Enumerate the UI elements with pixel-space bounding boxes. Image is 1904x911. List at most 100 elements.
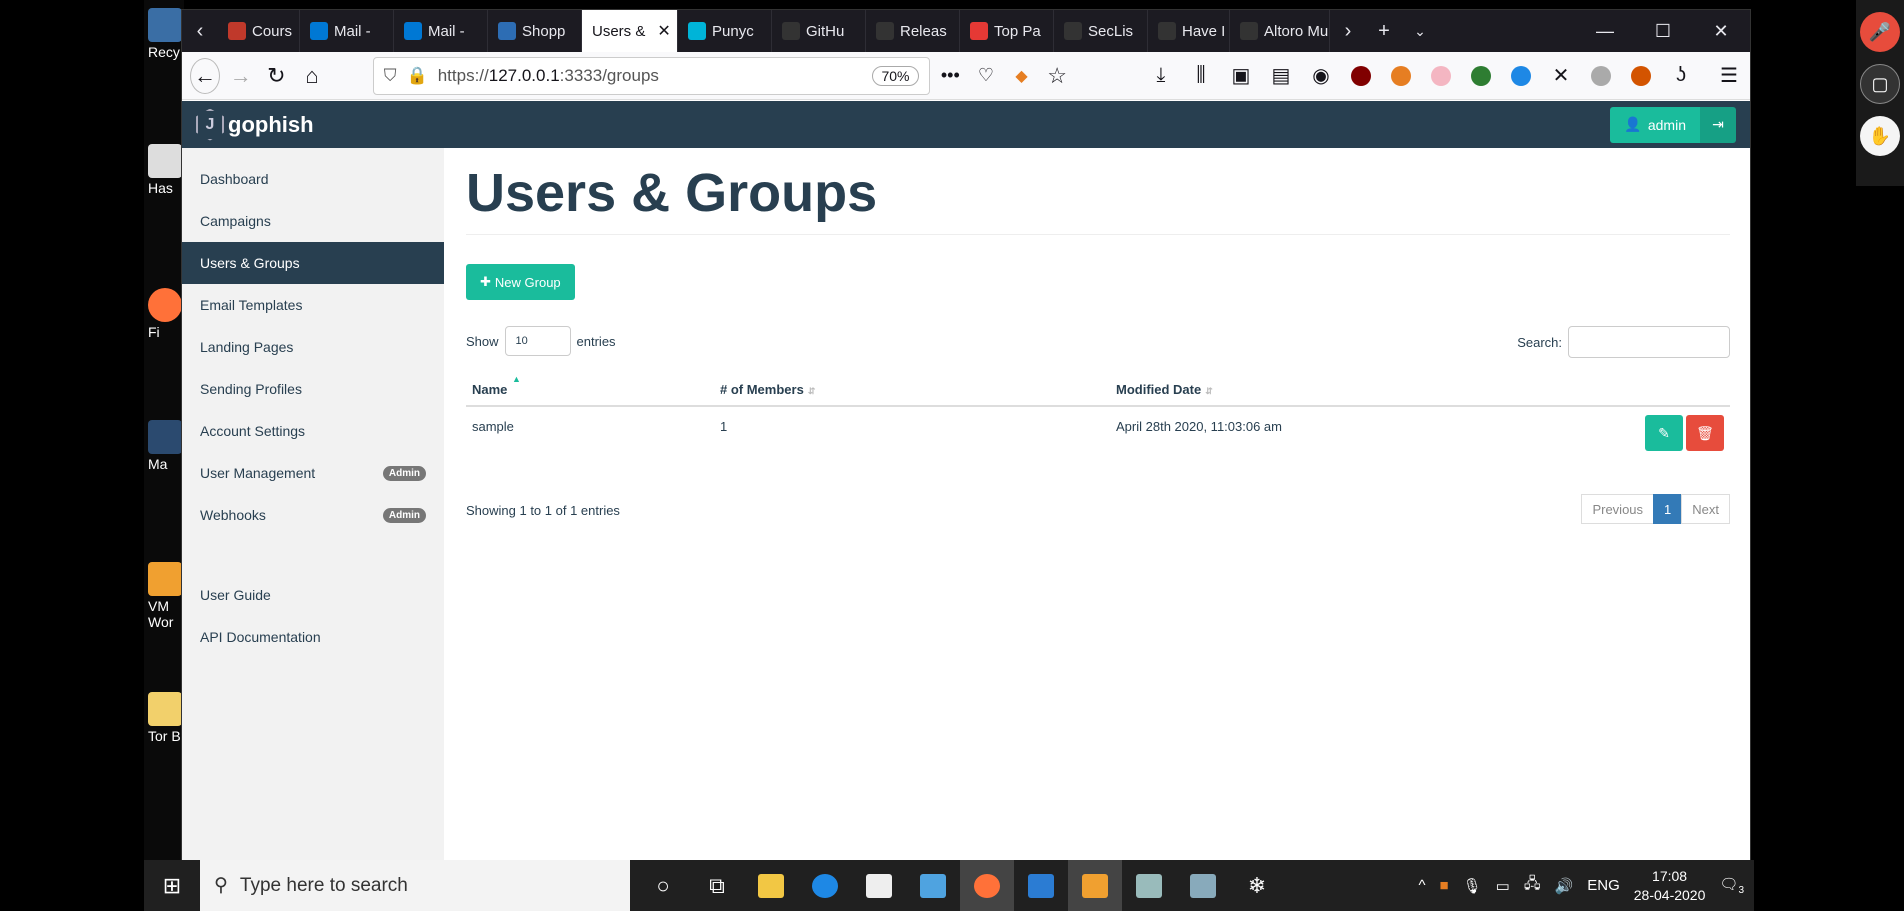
pagination-page[interactable]: 1 [1653, 494, 1683, 524]
close-tab-icon[interactable]: ✕ [657, 21, 670, 41]
mail-icon[interactable] [906, 860, 960, 911]
sidebar-item-users-groups[interactable]: Users & Groups [182, 242, 444, 284]
sidebar-item-user-management[interactable]: User Management Admin [182, 452, 444, 494]
clock[interactable]: 17:08 28-04-2020 [1634, 867, 1706, 905]
tab[interactable]: Punyc [678, 10, 772, 52]
pagination-previous[interactable]: Previous [1581, 494, 1655, 524]
language-indicator[interactable]: ENG [1587, 877, 1620, 894]
snowflake-icon[interactable]: ❄ [1230, 860, 1284, 911]
sidebar-item-landing-pages[interactable]: Landing Pages [182, 326, 444, 368]
network-icon[interactable] [1590, 65, 1611, 86]
account-icon[interactable]: ◉ [1308, 63, 1334, 89]
lock-warning-icon[interactable]: 🔒 [407, 66, 428, 86]
word-icon[interactable] [1014, 860, 1068, 911]
admin-button[interactable]: 👤 admin [1610, 106, 1700, 143]
reload-icon[interactable]: ↻ [262, 58, 292, 94]
forward-icon[interactable]: → [226, 58, 256, 94]
vmware-taskbar-icon[interactable] [1068, 860, 1122, 911]
store-icon[interactable] [852, 860, 906, 911]
pagination-next[interactable]: Next [1681, 494, 1730, 524]
zoom-badge[interactable]: 70% [872, 65, 919, 86]
minimize-icon[interactable]: — [1576, 10, 1634, 52]
file-explorer-icon[interactable] [744, 860, 798, 911]
app-window-icon[interactable] [1122, 860, 1176, 911]
group-name-cell: sample [472, 419, 514, 434]
sidebar-item-webhooks[interactable]: Webhooks Admin [182, 494, 444, 536]
extension-orange-icon[interactable] [1630, 65, 1651, 86]
reader-view-icon[interactable]: ▤ [1268, 63, 1294, 89]
tab[interactable]: Mail - [394, 10, 488, 52]
mic-muted-icon[interactable]: 🎤 [1860, 12, 1900, 52]
screenshot-icon[interactable]: ▣ [1228, 63, 1254, 89]
sidebar-item-campaigns[interactable]: Campaigns [182, 200, 444, 242]
tab[interactable]: Cours [218, 10, 300, 52]
tray-app-icon[interactable]: ■ [1440, 877, 1449, 894]
shield-icon[interactable]: ⛉ [384, 66, 397, 86]
entries-select[interactable]: 10 [504, 326, 571, 356]
taskbar-search[interactable]: ⚲ Type here to search [200, 860, 630, 911]
notification-icon[interactable]: 🗨3 [1719, 875, 1744, 896]
volume-icon[interactable]: 🔊 [1555, 877, 1574, 895]
sidebar-item-user-guide[interactable]: User Guide [182, 574, 444, 616]
globe-icon[interactable] [1510, 65, 1531, 86]
raise-hand-icon[interactable]: ✋ [1860, 116, 1900, 156]
sidebar-item-account-settings[interactable]: Account Settings [182, 410, 444, 452]
maximize-icon[interactable]: ☐ [1634, 10, 1692, 52]
extension-icon[interactable]: ◆ [1007, 58, 1037, 94]
extension-green-icon[interactable] [1470, 65, 1491, 86]
battery-icon[interactable]: ▭ [1496, 877, 1510, 895]
library-icon[interactable]: ⫼ [1188, 63, 1214, 89]
chevron-up-icon[interactable]: ^ [1418, 877, 1425, 894]
windows-start-icon[interactable]: ⊞ [144, 860, 200, 911]
sidebar-item-dashboard[interactable]: Dashboard [182, 158, 444, 200]
url-bar[interactable]: ⛉ 🔒 https://127.0.0.1:3333/groups 70% [372, 56, 930, 95]
sidebar-item-api-documentation[interactable]: API Documentation [182, 616, 444, 658]
ublock-icon[interactable] [1350, 65, 1371, 86]
tab-scroll-left-icon[interactable]: ‹ [182, 20, 218, 43]
tab-active[interactable]: Users & ✕ [582, 10, 678, 52]
back-icon[interactable]: ← [190, 57, 220, 94]
home-icon[interactable]: ⌂ [297, 58, 327, 94]
tab[interactable]: GitHu [772, 10, 866, 52]
tab[interactable]: SecLis [1054, 10, 1148, 52]
sidebar-item-email-templates[interactable]: Email Templates [182, 284, 444, 326]
close-window-icon[interactable]: ✕ [1692, 10, 1750, 52]
microphone-icon[interactable]: 🎙 [1463, 877, 1482, 895]
delete-group-button[interactable]: 🗑 [1686, 415, 1724, 451]
edit-group-button[interactable]: ✎ [1645, 415, 1683, 451]
edge-icon[interactable] [798, 860, 852, 911]
firefox-taskbar-icon[interactable] [960, 860, 1014, 911]
window-icon[interactable]: ▢ [1860, 64, 1900, 104]
tab-scroll-right-icon[interactable]: › [1330, 20, 1366, 43]
network-icon[interactable]: 🖧 [1524, 873, 1541, 898]
bookmark-star-icon[interactable]: ☆ [1042, 58, 1072, 94]
list-tabs-icon[interactable]: ⌄ [1402, 23, 1438, 40]
download-icon[interactable]: ⤓ [1148, 63, 1174, 89]
extension-blocker-icon[interactable] [1390, 65, 1411, 86]
pocket-icon[interactable]: ♡ [971, 58, 1001, 94]
tab[interactable]: Shopp [488, 10, 582, 52]
sidebar-item-sending-profiles[interactable]: Sending Profiles [182, 368, 444, 410]
notes-icon[interactable] [1176, 860, 1230, 911]
tab[interactable]: Mail - [300, 10, 394, 52]
extension-pink-icon[interactable] [1430, 65, 1451, 86]
task-view-icon[interactable]: ⧉ [690, 860, 744, 911]
gophish-logo[interactable]: J gophish [196, 108, 314, 141]
tab[interactable]: Altoro Mu [1230, 10, 1330, 52]
tab[interactable]: Top Pa [960, 10, 1054, 52]
page-actions-icon[interactable]: ••• [936, 58, 966, 94]
url-text[interactable]: https://127.0.0.1:3333/groups [438, 66, 863, 86]
tab[interactable]: Have I [1148, 10, 1230, 52]
new-tab-icon[interactable]: + [1366, 20, 1402, 43]
x-extension-icon[interactable]: ✕ [1548, 63, 1574, 89]
search-input[interactable] [1568, 326, 1730, 358]
tab[interactable]: Releas [866, 10, 960, 52]
column-header-name[interactable]: ▲ Name [466, 370, 714, 407]
new-group-button[interactable]: ✚ New Group [466, 264, 575, 300]
logout-button[interactable]: ⇥ [1700, 106, 1736, 143]
column-header-members[interactable]: # of Members ⇵ [714, 370, 1110, 407]
cortana-icon[interactable]: ○ [636, 860, 690, 911]
column-header-modified[interactable]: Modified Date ⇵ [1110, 370, 1630, 407]
hook-icon[interactable]: ʖ [1668, 63, 1694, 89]
menu-icon[interactable]: ☰ [1716, 63, 1742, 89]
